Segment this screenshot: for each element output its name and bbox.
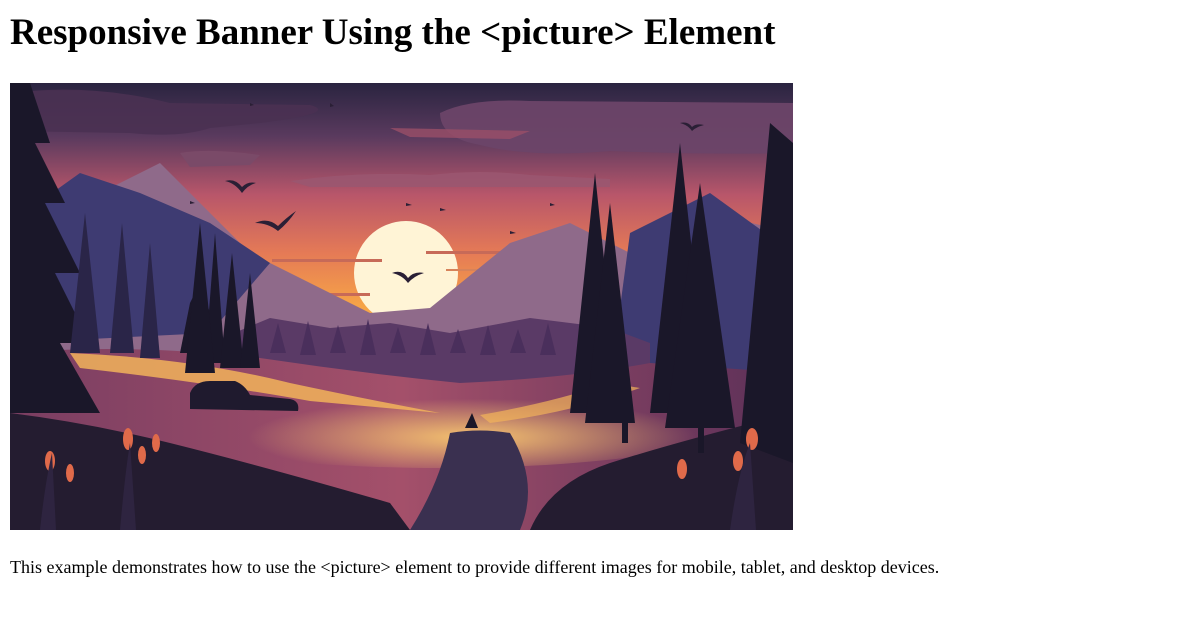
landscape-image xyxy=(10,83,793,530)
page-title: Responsive Banner Using the <picture> El… xyxy=(10,12,776,53)
page-content: Responsive Banner Using the <picture> El… xyxy=(0,11,1194,578)
page-description: This example demonstrates how to use the… xyxy=(10,557,940,577)
responsive-banner-picture xyxy=(10,83,793,530)
